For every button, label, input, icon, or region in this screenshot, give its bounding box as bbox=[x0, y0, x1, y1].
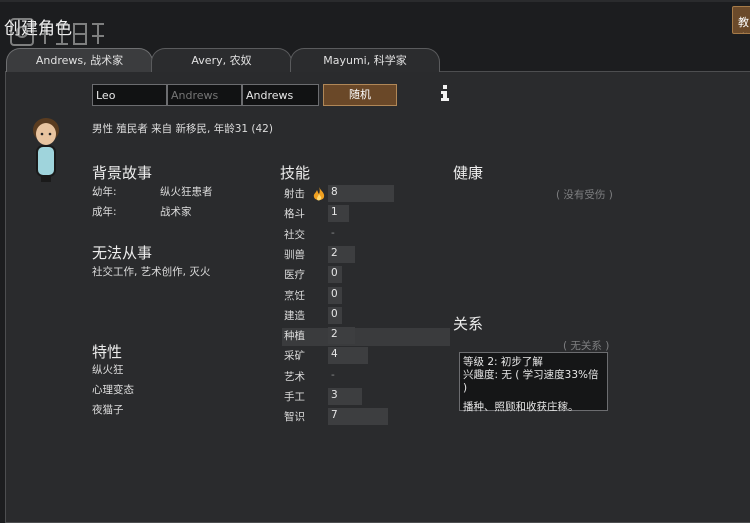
skill-name: 手工 bbox=[284, 391, 305, 403]
tab-colonist-2[interactable]: Avery, 农奴 bbox=[151, 48, 292, 72]
skill-name: 医疗 bbox=[284, 269, 305, 281]
adulthood-value[interactable]: 战术家 bbox=[160, 204, 192, 219]
randomize-button[interactable]: 随机 bbox=[323, 84, 397, 106]
skill-level: 2 bbox=[331, 328, 338, 340]
traits-heading: 特性 bbox=[92, 343, 123, 361]
flame-icon bbox=[313, 187, 325, 201]
skill-name: 驯兽 bbox=[284, 249, 305, 261]
skill-level: 1 bbox=[331, 206, 338, 218]
childhood-value[interactable]: 纵火狂患者 bbox=[160, 184, 213, 199]
nickname-field[interactable] bbox=[167, 84, 242, 106]
skill-level: 0 bbox=[331, 288, 338, 300]
first-name-field[interactable] bbox=[92, 84, 167, 106]
childhood-label: 幼年: bbox=[92, 186, 117, 198]
trait-item[interactable]: 纵火狂 bbox=[92, 362, 124, 377]
skill-level: 0 bbox=[331, 308, 338, 320]
skill-level: 3 bbox=[331, 389, 338, 401]
skill-name: 艺术 bbox=[284, 371, 305, 383]
tab-colonist-3[interactable]: Mayumi, 科学家 bbox=[290, 48, 440, 72]
skill-level: - bbox=[331, 227, 335, 239]
skill-name: 种植 bbox=[284, 330, 305, 342]
relations-status: ( 无关系 ) bbox=[563, 340, 610, 352]
last-name-field[interactable] bbox=[242, 84, 319, 106]
skill-level: 8 bbox=[331, 186, 338, 198]
skills-heading: 技能 bbox=[280, 164, 311, 182]
backstory-heading: 背景故事 bbox=[92, 164, 153, 182]
health-status: ( 没有受伤 ) bbox=[556, 189, 613, 201]
watermark-logo bbox=[10, 18, 104, 46]
skill-level: 2 bbox=[331, 247, 338, 259]
avatar-icon bbox=[33, 118, 59, 182]
skill-name: 智识 bbox=[284, 411, 305, 423]
trait-item[interactable]: 心理变态 bbox=[92, 382, 134, 397]
skill-row-highlight bbox=[282, 328, 450, 346]
skill-name: 社交 bbox=[284, 229, 305, 241]
info-icon[interactable] bbox=[439, 84, 451, 102]
skill-level: 0 bbox=[331, 267, 338, 279]
skill-level: - bbox=[331, 369, 335, 381]
tooltip-description: 播种、照顾和收获庄稼。 bbox=[463, 401, 579, 413]
tooltip-level: 等级 2: 初步了解 bbox=[463, 356, 543, 368]
character-creation-screen: 创建角色 教学 Andrews, 战术家 Avery, 农奴 Mayumi, 科… bbox=[0, 0, 750, 523]
skill-name: 射击 bbox=[284, 188, 305, 200]
skill-name: 采矿 bbox=[284, 350, 305, 362]
skill-tooltip: 等级 2: 初步了解 兴趣度: 无 ( 学习速度33%倍 ) 播种、照顾和收获庄… bbox=[459, 352, 608, 413]
health-heading: 健康 bbox=[453, 164, 484, 182]
skill-name: 建造 bbox=[284, 310, 305, 322]
skill-bar[interactable] bbox=[328, 185, 394, 202]
relations-heading: 关系 bbox=[453, 315, 484, 333]
skill-name: 格斗 bbox=[284, 208, 305, 220]
skill-level: 4 bbox=[331, 348, 338, 360]
trait-item[interactable]: 夜猫子 bbox=[92, 402, 124, 417]
skill-name: 烹饪 bbox=[284, 290, 305, 302]
character-panel bbox=[5, 71, 750, 523]
tutorial-button[interactable]: 教学 bbox=[732, 6, 750, 34]
character-description: 男性 殖民者 来自 新移民, 年龄31 (42) bbox=[92, 123, 273, 135]
adulthood-label: 成年: bbox=[92, 206, 117, 218]
tooltip-passion: 兴趣度: 无 ( 学习速度33%倍 ) bbox=[463, 369, 599, 394]
incapable-heading: 无法从事 bbox=[92, 244, 153, 262]
skill-level: 7 bbox=[331, 409, 338, 421]
tab-colonist-1[interactable]: Andrews, 战术家 bbox=[6, 48, 153, 72]
top-divider bbox=[0, 0, 750, 2]
incapable-list: 社交工作, 艺术创作, 灭火 bbox=[92, 266, 211, 278]
